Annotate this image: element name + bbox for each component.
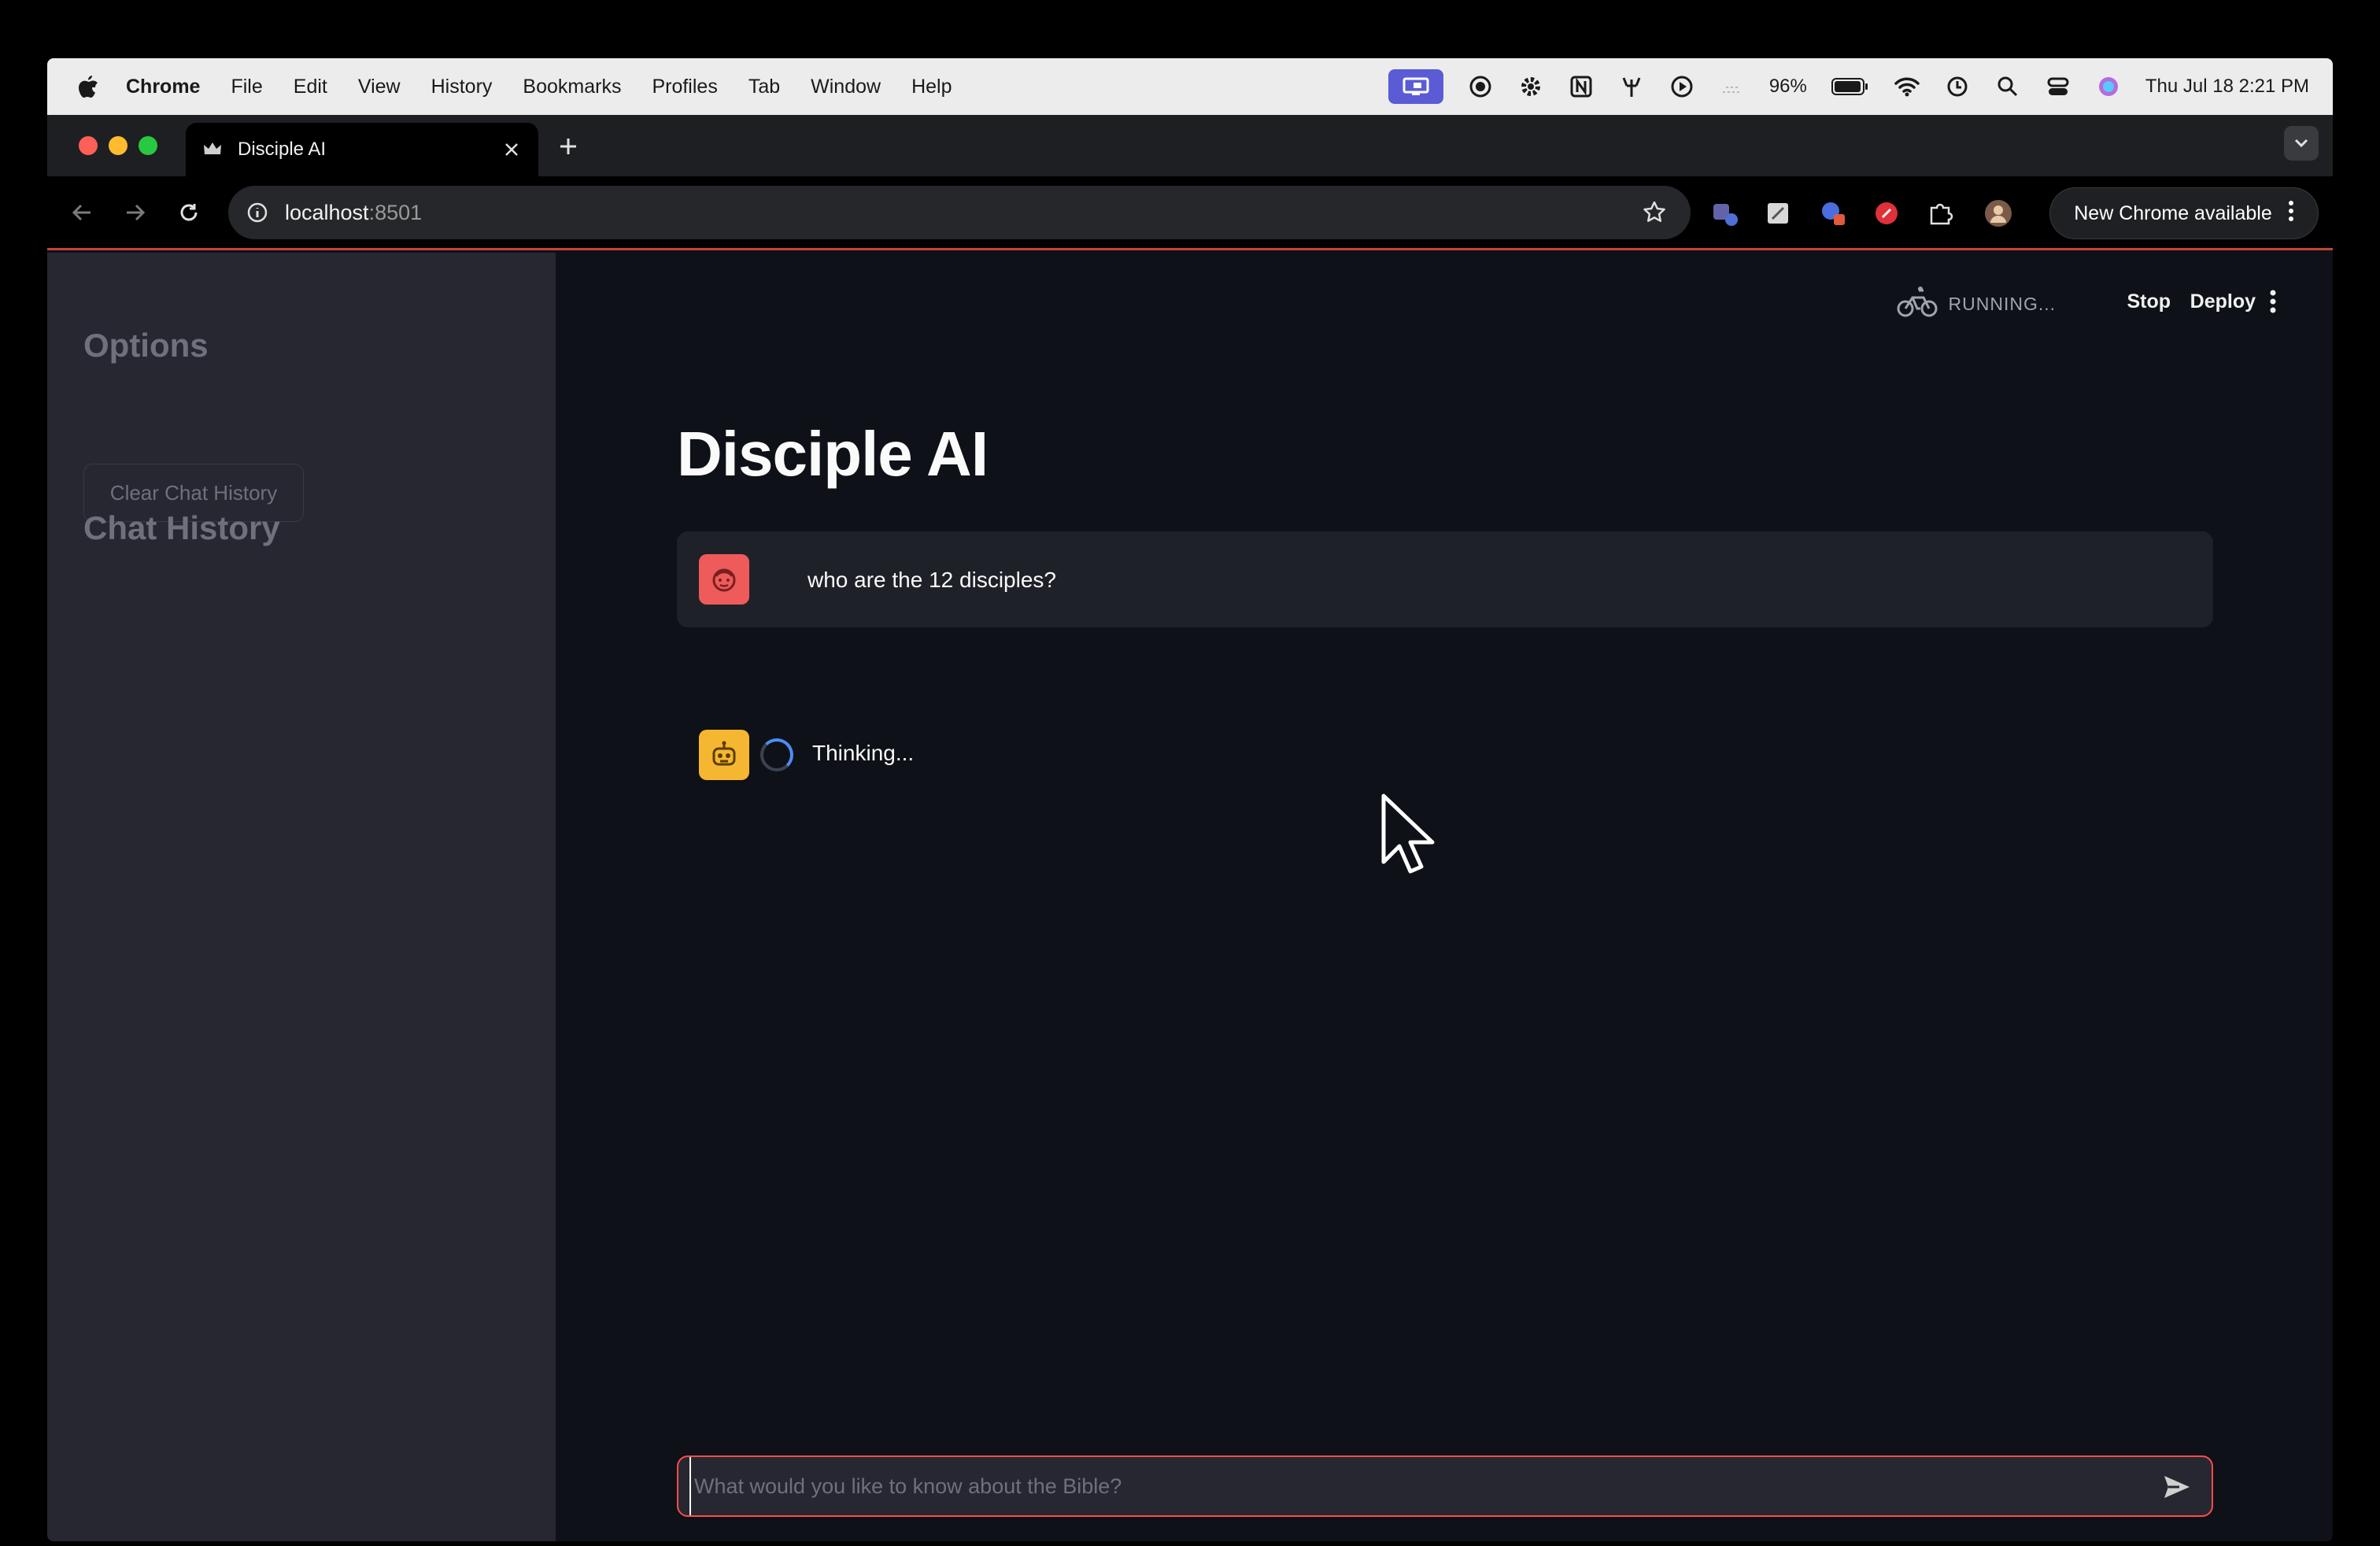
- tab-strip: Disciple AI: [47, 115, 2333, 176]
- gear-icon[interactable]: [1517, 73, 1544, 100]
- menu-view[interactable]: View: [358, 76, 401, 98]
- update-label: New Chrome available: [2074, 202, 2272, 224]
- loading-spinner-icon: [760, 738, 793, 771]
- menu-history[interactable]: History: [431, 76, 493, 98]
- menu-app-chrome[interactable]: Chrome: [126, 76, 200, 98]
- mac-menu-bar: Chrome File Edit View History Bookmarks …: [47, 58, 2333, 115]
- deploy-button[interactable]: Deploy: [2190, 290, 2256, 313]
- browser-toolbar: localhost:8501 New Chrome available: [47, 176, 2333, 250]
- main-content: RUNNING... Stop Deploy Disciple AI who a…: [556, 253, 2333, 1541]
- notion-icon[interactable]: [1568, 73, 1595, 100]
- close-window-button[interactable]: [79, 136, 98, 155]
- reload-icon[interactable]: [173, 197, 205, 228]
- menu-bar-clock[interactable]: Thu Jul 18 2:21 PM: [2145, 76, 2309, 98]
- menu-window[interactable]: Window: [811, 76, 881, 98]
- running-status: RUNNING...: [1897, 284, 2057, 324]
- address-bar[interactable]: localhost:8501: [228, 186, 1691, 239]
- battery-icon[interactable]: [1831, 73, 1870, 100]
- weather-icon[interactable]: [1719, 73, 1746, 100]
- clock-icon[interactable]: [1944, 73, 1971, 100]
- url-host: localhost: [285, 200, 369, 224]
- extension-teams-icon[interactable]: [1709, 198, 1739, 228]
- menu-profiles[interactable]: Profiles: [652, 76, 717, 98]
- robot-icon: [699, 730, 749, 780]
- extension-notes-icon[interactable]: [1763, 198, 1793, 228]
- bookmark-star-icon[interactable]: [1640, 198, 1669, 227]
- assistant-thinking-text: Thinking...: [812, 741, 915, 765]
- tab-search-chevron-icon[interactable]: [2284, 126, 2319, 161]
- battery-percentage: 96%: [1768, 76, 1807, 97]
- control-center-icon[interactable]: [2045, 73, 2071, 100]
- extensions-puzzle-icon[interactable]: [1925, 198, 1955, 228]
- stop-button[interactable]: Stop: [2127, 290, 2171, 313]
- menu-help[interactable]: Help: [911, 76, 952, 98]
- apple-logo-icon[interactable]: [76, 73, 101, 100]
- crown-favicon-icon: [201, 139, 224, 161]
- browser-window: Chrome File Edit View History Bookmarks …: [47, 58, 2333, 1541]
- menu-bar-status-area: 96% Thu Jul 18 2:21 PM: [1388, 58, 2309, 115]
- antenna-icon[interactable]: [1618, 73, 1645, 100]
- minimize-window-button[interactable]: [109, 136, 128, 155]
- new-chrome-available-button[interactable]: New Chrome available: [2049, 187, 2319, 239]
- send-arrow-icon[interactable]: [2161, 1471, 2193, 1503]
- main-menu-icon[interactable]: [2265, 286, 2281, 317]
- record-icon[interactable]: [1467, 73, 1494, 100]
- url-port: :8501: [368, 200, 423, 224]
- streamlit-app: Options Clear Chat History Chat History …: [47, 253, 2333, 1541]
- forward-arrow-icon[interactable]: [120, 197, 151, 228]
- face-icon: [699, 554, 749, 605]
- chat-history-heading: Chat History: [83, 509, 280, 546]
- page-title: Disciple AI: [677, 419, 989, 489]
- extension-badge-icon[interactable]: [1818, 198, 1848, 228]
- mouse-pointer-icon: [1380, 793, 1436, 879]
- chat-input[interactable]: [689, 1457, 2138, 1515]
- tab-disciple-ai[interactable]: Disciple AI: [186, 123, 538, 176]
- wifi-icon[interactable]: [1894, 73, 1920, 100]
- site-info-icon[interactable]: [246, 201, 269, 224]
- menu-file[interactable]: File: [231, 76, 262, 98]
- new-tab-plus-icon[interactable]: [552, 131, 584, 162]
- spotlight-search-icon[interactable]: [1994, 73, 2021, 100]
- play-icon[interactable]: [1669, 73, 1695, 100]
- options-heading: Options: [83, 327, 209, 364]
- more-vertical-icon: [2288, 200, 2294, 227]
- close-tab-icon[interactable]: [496, 134, 527, 165]
- sidebar: Options Clear Chat History Chat History: [47, 253, 556, 1541]
- profile-avatar[interactable]: [1983, 198, 2013, 228]
- tab-title: Disciple AI: [238, 139, 327, 160]
- back-arrow-icon[interactable]: [66, 197, 98, 228]
- user-message-text: who are the 12 disciples?: [808, 568, 1056, 592]
- bicycle-icon: [1897, 284, 1938, 324]
- zoom-window-button[interactable]: [139, 136, 157, 155]
- menu-edit[interactable]: Edit: [294, 76, 327, 98]
- menu-bookmarks[interactable]: Bookmarks: [523, 76, 621, 98]
- running-label: RUNNING...: [1948, 293, 2056, 314]
- screen-share-icon[interactable]: [1388, 69, 1443, 104]
- siri-icon[interactable]: [2095, 73, 2122, 100]
- menu-tab[interactable]: Tab: [748, 76, 780, 98]
- extension-red-icon[interactable]: [1872, 198, 1901, 228]
- chat-input-container: [677, 1455, 2213, 1517]
